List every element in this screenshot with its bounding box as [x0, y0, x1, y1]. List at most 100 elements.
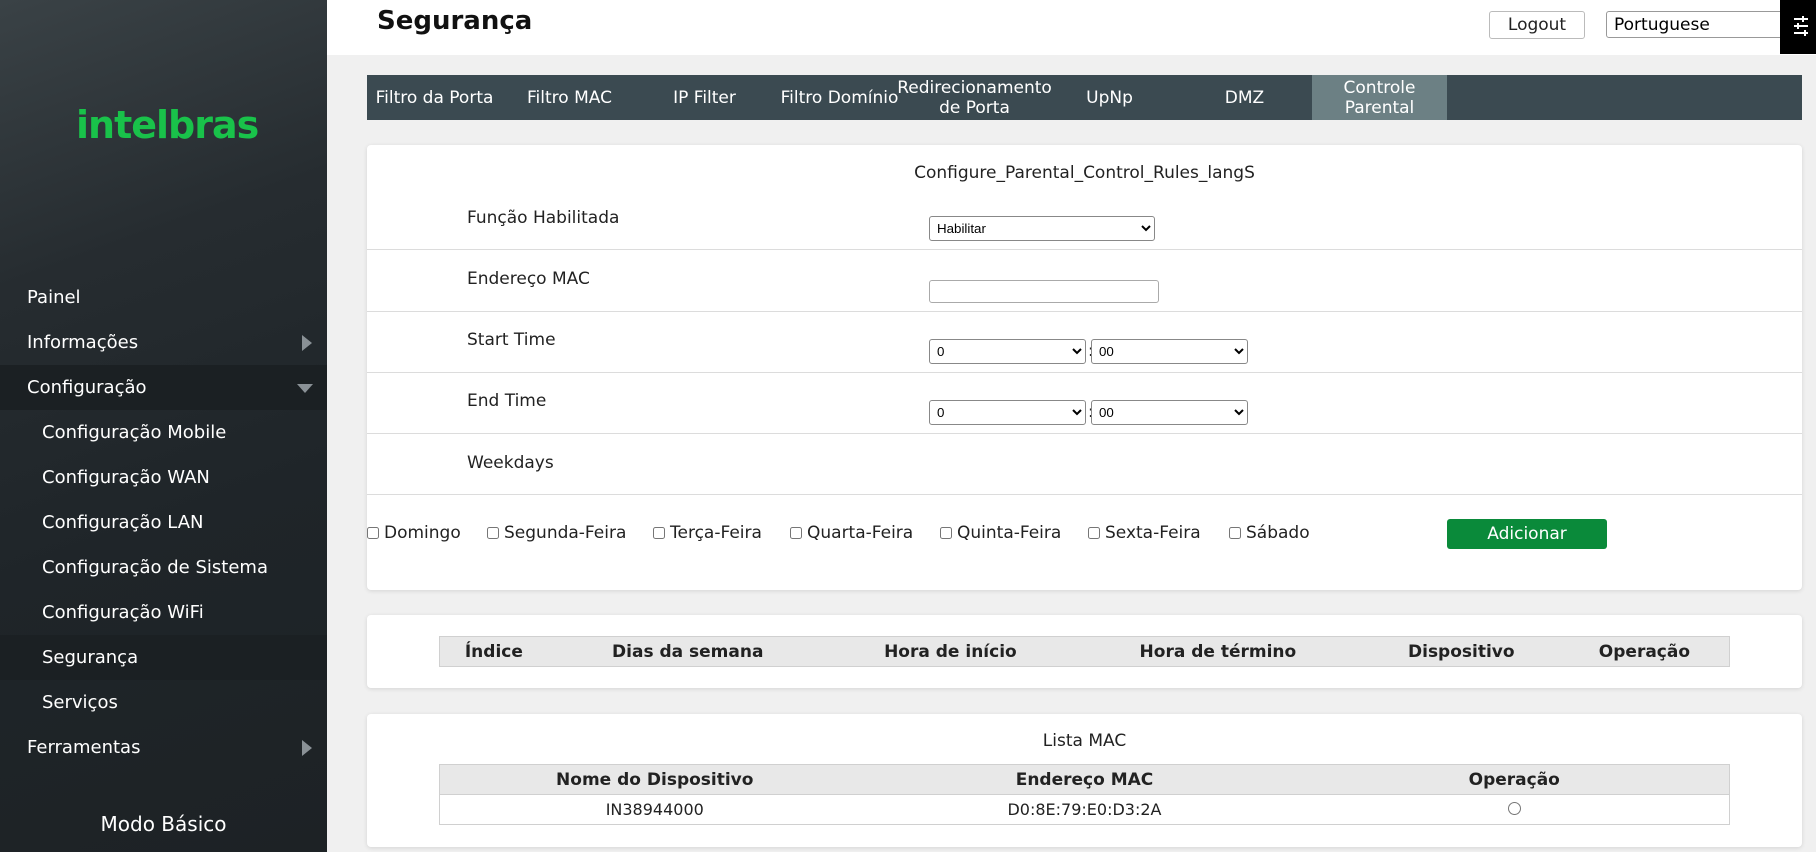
day-label: Terça-Feira	[670, 523, 762, 543]
column-header: Nome do Dispositivo	[439, 764, 870, 795]
select-device-radio[interactable]	[1507, 802, 1521, 815]
header: Segurança Logout Portuguese	[327, 0, 1816, 55]
end-time-label: End Time	[467, 391, 547, 411]
day-label: Sexta-Feira	[1105, 523, 1201, 543]
start-hour-select[interactable]: 0	[929, 339, 1086, 364]
language-select[interactable]: Portuguese	[1606, 11, 1794, 38]
table-header-row: Índice Dias da semana Hora de início Hor…	[438, 636, 1730, 667]
day-label: Quarta-Feira	[807, 523, 914, 543]
mac-list-panel: Lista MAC Nome do Dispositivo Endereço M…	[367, 714, 1802, 847]
weekdays-row: Weekdays	[367, 434, 1802, 495]
column-header: Operação	[1559, 636, 1730, 667]
chevron-down-icon	[297, 384, 313, 393]
day-checkbox[interactable]	[367, 527, 379, 539]
day-checkbox[interactable]	[487, 527, 499, 539]
sidebar-item-label: Configuração WAN	[42, 467, 210, 488]
start-time-label: Start Time	[467, 330, 556, 350]
tab-filtro-porta[interactable]: Filtro da Porta	[367, 75, 502, 120]
chevron-right-icon	[302, 740, 312, 756]
parental-control-form: Configure_Parental_Control_Rules_langS F…	[367, 145, 1802, 590]
operation-cell	[1299, 794, 1730, 825]
chevron-right-icon	[302, 335, 312, 351]
sidebar-item-label: Configuração Mobile	[42, 422, 227, 443]
tab-redirecionamento-porta[interactable]: Redirecionamento de Porta	[897, 75, 1052, 120]
day-checkbox[interactable]	[1088, 527, 1100, 539]
end-hour-select[interactable]: 0	[929, 400, 1086, 425]
sidebar-item-label: Configuração de Sistema	[42, 557, 268, 578]
day-checkbox[interactable]	[653, 527, 665, 539]
column-header: Hora de término	[1073, 636, 1363, 667]
day-checkbox[interactable]	[940, 527, 952, 539]
table-row: IN38944000 D0:8E:79:E0:D3:2A	[439, 794, 1730, 825]
day-segunda[interactable]: Segunda-Feira	[487, 523, 626, 543]
device-name-cell: IN38944000	[439, 794, 870, 825]
sidebar-item-configuracao-wifi[interactable]: Configuração WiFi	[0, 590, 327, 635]
mac-list-title: Lista MAC	[1042, 731, 1127, 751]
sidebar: intelbras Painel Informações Configuraçã…	[0, 0, 327, 852]
column-header: Dias da semana	[547, 636, 828, 667]
day-label: Domingo	[384, 523, 461, 543]
column-header: Hora de início	[827, 636, 1074, 667]
basic-mode-link[interactable]: Modo Básico	[0, 812, 327, 836]
sidebar-item-configuracao[interactable]: Configuração	[0, 365, 327, 410]
day-checkbox[interactable]	[790, 527, 802, 539]
day-label: Sábado	[1246, 523, 1310, 543]
mac-address-input[interactable]	[929, 280, 1159, 303]
sidebar-nav: Painel Informações Configuração Configur…	[0, 275, 327, 770]
day-label: Segunda-Feira	[504, 523, 627, 543]
day-checkbox[interactable]	[1229, 527, 1241, 539]
intelbras-logo: intelbras	[76, 103, 259, 147]
sidebar-item-label: Painel	[27, 287, 81, 308]
sidebar-item-painel[interactable]: Painel	[0, 275, 327, 320]
sidebar-item-informacoes[interactable]: Informações	[0, 320, 327, 365]
sidebar-item-configuracao-wan[interactable]: Configuração WAN	[0, 455, 327, 500]
sidebar-item-label: Segurança	[42, 647, 139, 668]
page-title: Segurança	[377, 6, 533, 36]
logout-button[interactable]: Logout	[1489, 11, 1585, 39]
sidebar-item-configuracao-mobile[interactable]: Configuração Mobile	[0, 410, 327, 455]
sidebar-item-configuracao-sistema[interactable]: Configuração de Sistema	[0, 545, 327, 590]
sidebar-item-seguranca[interactable]: Segurança	[0, 635, 327, 680]
column-header: Dispositivo	[1362, 636, 1560, 667]
end-minute-select[interactable]: 00	[1091, 400, 1248, 425]
mac-address-cell: D0:8E:79:E0:D3:2A	[869, 794, 1300, 825]
day-domingo[interactable]: Domingo	[367, 523, 461, 543]
column-header: Endereço MAC	[869, 764, 1300, 795]
column-header: Operação	[1299, 764, 1730, 795]
settings-sliders-icon[interactable]	[1780, 0, 1816, 54]
function-select[interactable]: Habilitar	[929, 216, 1155, 241]
tab-dmz[interactable]: DMZ	[1177, 75, 1312, 120]
day-sabado[interactable]: Sábado	[1229, 523, 1310, 543]
rules-table: Índice Dias da semana Hora de início Hor…	[438, 636, 1730, 667]
tab-ip-filter[interactable]: IP Filter	[637, 75, 772, 120]
sidebar-item-servicos[interactable]: Serviços	[0, 680, 327, 725]
table-header-row: Nome do Dispositivo Endereço MAC Operaçã…	[439, 764, 1730, 795]
day-quarta[interactable]: Quarta-Feira	[790, 523, 913, 543]
mac-list-table: Nome do Dispositivo Endereço MAC Operaçã…	[439, 764, 1730, 825]
sidebar-item-ferramentas[interactable]: Ferramentas	[0, 725, 327, 770]
day-sexta[interactable]: Sexta-Feira	[1088, 523, 1201, 543]
weekdays-label: Weekdays	[467, 453, 554, 473]
start-minute-select[interactable]: 00	[1091, 339, 1248, 364]
mac-label: Endereço MAC	[467, 269, 590, 289]
day-label: Quinta-Feira	[957, 523, 1062, 543]
rules-panel: Índice Dias da semana Hora de início Hor…	[367, 615, 1802, 688]
tab-upnp[interactable]: UpNp	[1042, 75, 1177, 120]
sidebar-item-label: Serviços	[42, 692, 118, 713]
form-title: Configure_Parental_Control_Rules_langS	[914, 163, 1255, 183]
sidebar-item-label: Configuração WiFi	[42, 602, 204, 623]
column-header: Índice	[438, 636, 548, 667]
tab-filtro-mac[interactable]: Filtro MAC	[502, 75, 637, 120]
sidebar-item-configuracao-lan[interactable]: Configuração LAN	[0, 500, 327, 545]
sidebar-item-label: Configuração LAN	[42, 512, 204, 533]
security-tabs: Filtro da Porta Filtro MAC IP Filter Fil…	[367, 75, 1802, 120]
function-label: Função Habilitada	[467, 208, 620, 228]
sidebar-item-label: Ferramentas	[27, 737, 141, 758]
sidebar-item-label: Informações	[27, 332, 139, 353]
sidebar-item-label: Configuração	[27, 377, 147, 398]
tab-filtro-dominio[interactable]: Filtro Domínio	[772, 75, 907, 120]
day-terca[interactable]: Terça-Feira	[653, 523, 762, 543]
tab-controle-parental[interactable]: Controle Parental	[1312, 75, 1447, 120]
day-quinta[interactable]: Quinta-Feira	[940, 523, 1061, 543]
add-rule-button[interactable]: Adicionar	[1447, 519, 1607, 549]
